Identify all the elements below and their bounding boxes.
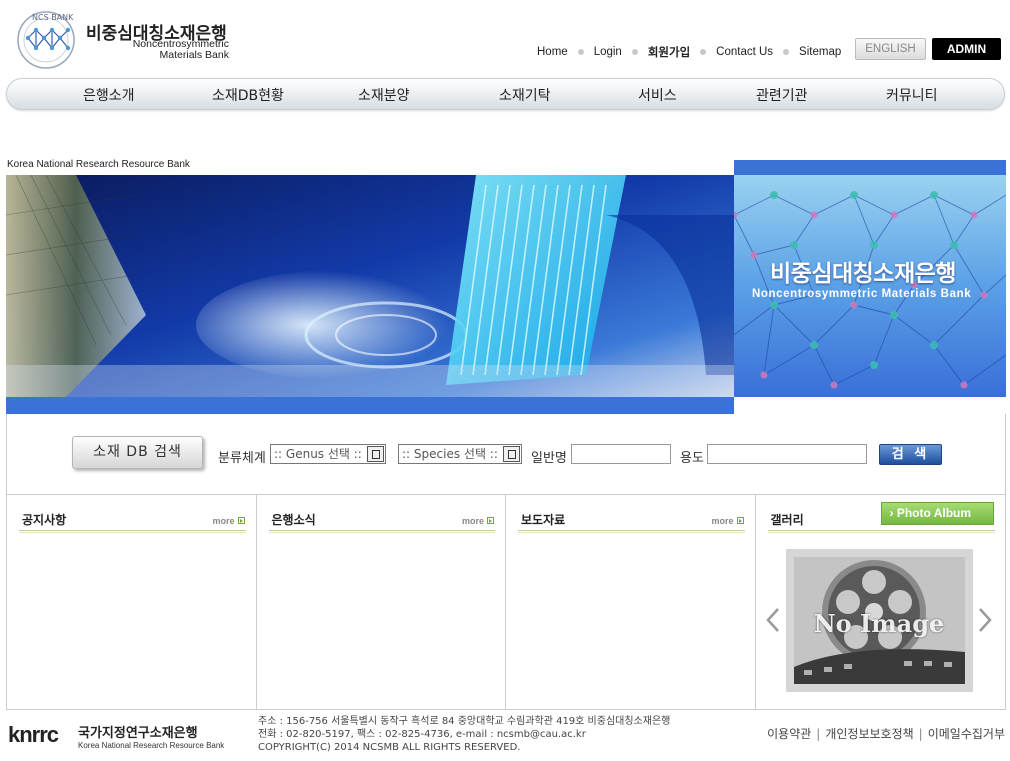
- usage-label: 용도: [680, 451, 704, 466]
- main-nav: 은행소개 소재DB현황 소재분양 소재기탁 서비스 관련기관 커뮤니티: [6, 78, 1005, 110]
- ncs-bank-logo[interactable]: NCS BANK: [14, 8, 78, 70]
- footer-links: 이용약관 | 개인정보보호정책 | 이메일수집거부: [767, 725, 1005, 742]
- board-title: 보도자료: [521, 513, 566, 527]
- nav-item-distribution[interactable]: 소재분양: [358, 85, 410, 105]
- top-link-login[interactable]: Login: [594, 46, 622, 58]
- genus-select[interactable]: :: Genus 선택 ::: [270, 444, 386, 464]
- arrow-right-icon: [237, 517, 245, 524]
- separator-dot: [631, 49, 638, 55]
- gallery-thumbnail[interactable]: No Image: [785, 549, 973, 692]
- footer-link-privacy[interactable]: 개인정보보호정책: [825, 727, 913, 741]
- board-gallery: 갤러리 › Photo Album No Image: [756, 495, 1006, 709]
- more-link[interactable]: more: [711, 516, 744, 526]
- separator: |: [816, 727, 821, 741]
- divider: [518, 530, 745, 533]
- board-title: 은행소식: [271, 513, 316, 527]
- arrow-right-icon: [736, 517, 744, 524]
- nav-item-related-orgs[interactable]: 관련기관: [756, 85, 808, 105]
- footer-address-block: 주소 : 156-756 서울특별시 동작구 흑석로 84 중앙대학교 수림과학…: [258, 715, 670, 754]
- divider: [767, 530, 995, 533]
- dropdown-arrow-icon: [503, 446, 520, 462]
- chevron-left-icon[interactable]: [765, 607, 780, 633]
- banner-bank-name: 비중심대칭소재은행: [770, 261, 956, 287]
- english-button[interactable]: ENGLISH: [855, 38, 926, 60]
- separator: |: [918, 727, 923, 741]
- hero-image: [6, 175, 734, 397]
- footer-contact: 전화 : 02-820-5197, 팩스 : 02-825-4736, e-ma…: [258, 729, 586, 740]
- more-link[interactable]: more: [462, 516, 494, 526]
- dropdown-arrow-icon: [367, 446, 384, 462]
- arrow-right-icon: [487, 517, 494, 524]
- nav-item-service[interactable]: 서비스: [638, 85, 677, 105]
- common-name-label: 일반명: [531, 451, 567, 466]
- footer-org-name: 국가지정연구소재은행: [78, 726, 198, 741]
- boards-section: 공지사항 more 은행소식 more 보도자료 more 갤러리 › Phot…: [6, 494, 1006, 710]
- footer-link-terms[interactable]: 이용약관: [767, 727, 811, 741]
- banner-blue-strip: [6, 397, 734, 414]
- footer-address: 주소 : 156-756 서울특별시 동작구 흑석로 84 중앙대학교 수림과학…: [258, 716, 671, 727]
- divider: [268, 530, 495, 533]
- nav-item-db-status[interactable]: 소재DB현황: [212, 85, 284, 105]
- banner-bank-subtitle: Noncentrosymmetric Materials Bank: [752, 288, 972, 300]
- more-label: more: [212, 516, 235, 526]
- common-name-input[interactable]: [571, 444, 671, 464]
- divider: [19, 530, 246, 533]
- footer-org-name-en: Korea National Research Resource Bank: [78, 741, 225, 750]
- banner-caption: Korea National Research Resource Bank: [7, 159, 190, 170]
- more-label: more: [711, 516, 734, 526]
- separator-dot: [577, 49, 584, 55]
- board-press: 보도자료 more: [506, 495, 756, 709]
- footer-link-email-refusal[interactable]: 이메일수집거부: [928, 727, 1005, 741]
- no-image-text: No Image: [813, 609, 945, 638]
- classification-label: 분류체계: [218, 451, 266, 466]
- photo-album-label: Photo Album: [896, 506, 972, 520]
- genus-select-value: :: Genus 선택 ::: [274, 447, 362, 461]
- nav-item-bank-intro[interactable]: 은행소개: [83, 85, 135, 105]
- board-title: 공지사항: [22, 513, 67, 527]
- top-link-contact[interactable]: Contact Us: [716, 46, 773, 58]
- photo-album-button[interactable]: › Photo Album: [880, 502, 994, 525]
- site-subtitle: Noncentrosymmetric Materials Bank: [86, 39, 229, 61]
- admin-button[interactable]: ADMIN: [932, 38, 1001, 60]
- banner-accent-strip: [734, 160, 1006, 175]
- top-link-sitemap[interactable]: Sitemap: [799, 46, 841, 58]
- separator-dot: [783, 49, 790, 55]
- board-bank-news: 은행소식 more: [257, 495, 506, 709]
- top-link-join[interactable]: 회원가입: [648, 44, 690, 60]
- usage-input[interactable]: [707, 444, 867, 464]
- footer-copyright: COPYRIGHT(C) 2014 NCSMB ALL RIGHTS RESER…: [258, 742, 521, 753]
- site-subtitle-line2: Materials Bank: [159, 49, 229, 61]
- nav-item-community[interactable]: 커뮤니티: [886, 85, 938, 105]
- top-link-home[interactable]: Home: [537, 46, 568, 58]
- chevron-right-icon[interactable]: [978, 607, 992, 633]
- board-notice: 공지사항 more: [7, 495, 257, 709]
- species-select-value: :: Species 선택 ::: [402, 447, 498, 461]
- footer-logo-mark: knrrc: [8, 722, 59, 747]
- separator-dot: [700, 49, 707, 55]
- top-utility-nav: Home Login 회원가입 Contact Us Sitemap: [537, 44, 841, 60]
- db-search-title-button[interactable]: 소재 DB 검색: [72, 436, 203, 469]
- more-label: more: [461, 516, 484, 526]
- search-submit-button[interactable]: 검 색: [879, 444, 942, 465]
- species-select[interactable]: :: Species 선택 ::: [398, 444, 522, 464]
- more-link[interactable]: more: [212, 516, 245, 526]
- gallery-image: No Image: [793, 557, 965, 684]
- svg-text:NCS BANK: NCS BANK: [32, 13, 74, 22]
- nav-item-deposit[interactable]: 소재기탁: [499, 85, 551, 105]
- board-title: 갤러리: [770, 513, 804, 527]
